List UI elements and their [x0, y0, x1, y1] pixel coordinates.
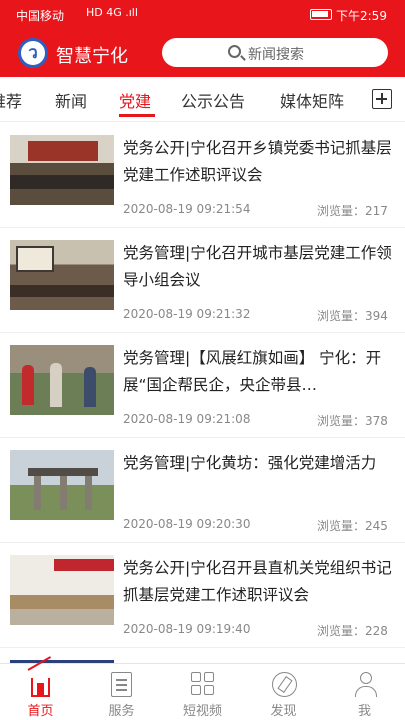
- article-thumbnail: [10, 555, 114, 625]
- list-item[interactable]: 党务管理|【风展红旗如画】 宁化：开展“国企帮民企，央企带县… 2020-08-…: [0, 333, 405, 438]
- nav-me[interactable]: 我: [324, 664, 405, 720]
- article-thumbnail: [10, 345, 114, 415]
- article-date: 2020-08-19 09:21:08: [123, 412, 251, 426]
- user-icon: [353, 672, 378, 697]
- article-list: 党务公开|宁化召开乡镇党委书记抓基层党建工作述职评议会 2020-08-19 0…: [0, 123, 405, 663]
- tab-announcements[interactable]: 公示公告: [181, 88, 245, 112]
- article-views: 浏览量：217: [317, 204, 388, 218]
- active-tab-indicator: [119, 114, 155, 117]
- article-views: 浏览量：394: [317, 309, 388, 323]
- discover-icon: [272, 672, 297, 697]
- article-title: 党务公开|宁化召开乡镇党委书记抓基层党建工作述职评议会: [123, 139, 392, 184]
- article-views: 浏览量：228: [317, 624, 388, 638]
- list-item[interactable]: 党务公开|宁化召开乡镇党委书记抓基层党建工作述职评议会 2020-08-19 0…: [0, 123, 405, 228]
- article-title: 党务管理|宁化黄坊：强化党建增活力: [123, 454, 377, 472]
- article-views: 浏览量：245: [317, 519, 388, 533]
- nav-service[interactable]: 服务: [81, 664, 162, 720]
- bottom-navigation: 首页 服务 短视频 发现 我: [0, 663, 405, 720]
- home-icon: [31, 678, 50, 697]
- add-tab-icon[interactable]: [372, 89, 392, 109]
- tab-news[interactable]: 新闻: [55, 88, 87, 112]
- nav-label: 发现: [270, 704, 297, 719]
- list-item[interactable]: 党务管理|宁化黄坊：强化党建增活力 2020-08-19 09:20:30 浏览…: [0, 438, 405, 543]
- article-date: 2020-08-19 09:21:54: [123, 202, 251, 216]
- nav-short-video[interactable]: 短视频: [162, 664, 243, 720]
- article-thumbnail: [10, 135, 114, 205]
- list-item[interactable]: 党务管理|宁化召开城市基层党建工作领导小组会议 2020-08-19 09:21…: [0, 228, 405, 333]
- nav-label: 短视频: [182, 704, 222, 719]
- tab-recommend[interactable]: 推荐: [0, 88, 22, 112]
- grid-icon: [191, 672, 216, 697]
- category-tabs: 推荐 新闻 党建 公示公告 媒体矩阵: [0, 77, 405, 122]
- nav-discover[interactable]: 发现: [243, 664, 324, 720]
- article-date: 2020-08-19 09:20:30: [123, 517, 251, 531]
- app-screen: 中国移动 HD 4G .ıll 下午2:59 ว 智慧宁化 新闻搜索 推荐 新闻…: [0, 0, 405, 720]
- list-item[interactable]: [0, 648, 405, 663]
- article-date: 2020-08-19 09:21:32: [123, 307, 251, 321]
- carrier-name: 中国移动: [16, 9, 65, 23]
- article-title: 党务管理|【风展红旗如画】 宁化：开展“国企帮民企，央企带县…: [123, 349, 382, 394]
- article-date: 2020-08-19 09:19:40: [123, 622, 251, 636]
- search-icon: [228, 45, 241, 58]
- list-item[interactable]: 党务公开|宁化召开县直机关党组织书记抓基层党建工作述职评议会 2020-08-1…: [0, 543, 405, 648]
- article-thumbnail: [10, 450, 114, 520]
- tab-media-matrix[interactable]: 媒体矩阵: [280, 88, 344, 112]
- nav-label: 我: [357, 704, 371, 719]
- nav-label: 服务: [108, 704, 135, 719]
- status-bar: 中国移动 HD 4G .ıll 下午2:59: [0, 0, 405, 28]
- article-thumbnail: [10, 240, 114, 310]
- search-bar[interactable]: 新闻搜索: [162, 38, 388, 67]
- app-logo-icon: ว: [18, 38, 48, 68]
- article-title: 党务管理|宁化召开城市基层党建工作领导小组会议: [123, 244, 392, 289]
- article-views: 浏览量：378: [317, 414, 388, 428]
- nav-label: 首页: [27, 704, 54, 719]
- nav-home[interactable]: 首页: [0, 664, 81, 720]
- app-title: 智慧宁化: [56, 46, 128, 67]
- battery-icon: [310, 9, 332, 20]
- clock: 下午2:59: [336, 9, 387, 23]
- signal-icon: HD 4G .ıll: [86, 6, 138, 19]
- app-header: 中国移动 HD 4G .ıll 下午2:59 ว 智慧宁化 新闻搜索: [0, 0, 405, 77]
- service-icon: [111, 672, 132, 697]
- search-placeholder: 新闻搜索: [248, 47, 304, 63]
- tab-party-building[interactable]: 党建: [119, 88, 151, 112]
- article-title: 党务公开|宁化召开县直机关党组织书记抓基层党建工作述职评议会: [123, 559, 392, 604]
